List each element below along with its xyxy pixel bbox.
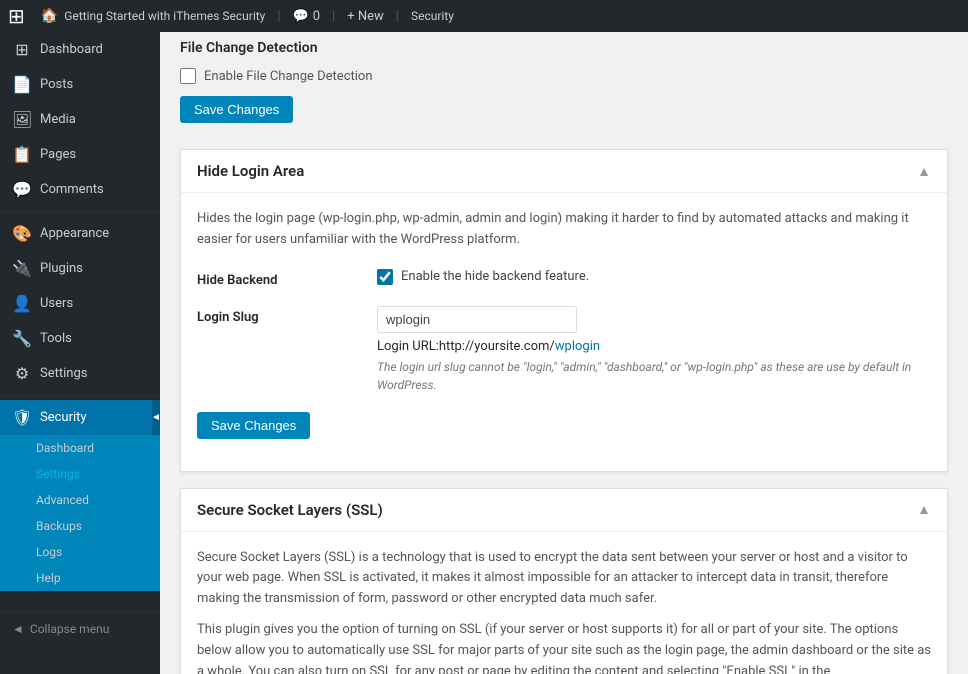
login-url-slug[interactable]: wplogin — [555, 339, 600, 354]
appearance-icon: 🎨 — [12, 224, 32, 243]
sidebar-label-appearance: Appearance — [40, 226, 109, 241]
media-icon: 🖼 — [12, 110, 32, 129]
fcd-checkbox[interactable] — [180, 68, 196, 84]
sidebar-item-media[interactable]: 🖼 Media — [0, 102, 160, 137]
fcd-checkbox-label: Enable File Change Detection — [204, 69, 373, 84]
security-menu-icon: 🛡 — [12, 408, 32, 427]
hide-login-save-button[interactable]: Save Changes — [197, 412, 310, 439]
submenu-backups-label: Backups — [36, 519, 82, 533]
file-change-detection-panel: File Change Detection Enable File Change… — [180, 32, 948, 149]
submenu-settings-label: Settings — [36, 467, 80, 481]
pages-icon: 📋 — [12, 145, 32, 164]
submenu-advanced-label: Advanced — [36, 493, 89, 507]
submenu-help-label: Help — [36, 571, 61, 585]
sidebar-label-tools: Tools — [40, 331, 72, 346]
sidebar-label-plugins: Plugins — [40, 261, 83, 276]
sidebar-item-tools[interactable]: 🔧 Tools — [0, 321, 160, 356]
submenu-advanced[interactable]: Advanced — [0, 487, 160, 513]
collapse-label: Collapse menu — [30, 622, 109, 636]
login-url-note: The login url slug cannot be "login," "a… — [377, 358, 931, 394]
sidebar-label-security: Security — [40, 410, 87, 425]
hide-backend-row: Hide Backend Enable the hide backend fea… — [197, 269, 931, 288]
hide-login-toggle-icon[interactable]: ▲ — [917, 163, 931, 180]
comments-count: 0 — [313, 9, 320, 24]
site-name: Getting Started with iThemes Security — [64, 9, 265, 23]
sidebar-item-appearance[interactable]: 🎨 Appearance — [0, 216, 160, 251]
sidebar-item-dashboard[interactable]: ⊞ Dashboard — [0, 32, 160, 67]
sidebar-label-comments: Comments — [40, 182, 104, 197]
submenu-logs[interactable]: Logs — [0, 539, 160, 565]
ssl-description-1: Secure Socket Layers (SSL) is a technolo… — [197, 548, 931, 610]
collapse-menu-button[interactable]: ◄ Collapse menu — [0, 611, 160, 646]
comments-menu-icon: 💬 — [12, 180, 32, 199]
submenu-settings[interactable]: Settings — [0, 461, 160, 487]
collapse-icon: ◄ — [12, 622, 24, 636]
hide-login-description: Hides the login page (wp-login.php, wp-a… — [197, 209, 931, 251]
sidebar-item-posts[interactable]: 📄 Posts — [0, 67, 160, 102]
hide-login-title: Hide Login Area — [197, 162, 304, 180]
login-url-prefix: Login URL:http://yoursite.com/ — [377, 339, 555, 354]
new-link[interactable]: + New — [347, 9, 384, 24]
wp-logo-icon[interactable]: ⊞ — [8, 4, 25, 28]
submenu-backups[interactable]: Backups — [0, 513, 160, 539]
site-link[interactable]: 🏠 Getting Started with iThemes Security — [41, 8, 266, 24]
sidebar-label-media: Media — [40, 112, 76, 127]
sidebar-item-comments[interactable]: 💬 Comments — [0, 172, 160, 207]
ssl-title: Secure Socket Layers (SSL) — [197, 501, 383, 519]
posts-icon: 📄 — [12, 75, 32, 94]
hide-backend-control: Enable the hide backend feature. — [377, 269, 931, 285]
sidebar-label-pages: Pages — [40, 147, 76, 162]
hide-login-desc-text: Hides the login page (wp-login.php, wp-a… — [197, 211, 909, 247]
comments-icon: 💬 — [293, 9, 309, 24]
hide-login-panel: Hide Login Area ▲ Hides the login page (… — [180, 149, 948, 472]
sidebar-label-posts: Posts — [40, 77, 73, 92]
submenu-dashboard-label: Dashboard — [36, 441, 94, 455]
ssl-description-2: This plugin gives you the option of turn… — [197, 620, 931, 674]
fcd-title: File Change Detection — [180, 40, 318, 56]
login-slug-label: Login Slug — [197, 306, 377, 325]
sidebar-item-users[interactable]: 👤 Users — [0, 286, 160, 321]
adminbar-sep-3: | — [396, 9, 399, 24]
security-arrow-icon: ◄ — [152, 400, 160, 435]
sidebar-item-plugins[interactable]: 🔌 Plugins — [0, 251, 160, 286]
tools-icon: 🔧 — [12, 329, 32, 348]
adminbar-sep-2: | — [332, 9, 335, 24]
hide-backend-checkbox-label: Enable the hide backend feature. — [401, 269, 589, 284]
ssl-header: Secure Socket Layers (SSL) ▲ — [181, 489, 947, 532]
sidebar-item-security[interactable]: 🛡 Security ◄ — [0, 400, 160, 435]
main-content: File Change Detection Enable File Change… — [160, 32, 968, 674]
fcd-save-button[interactable]: Save Changes — [180, 96, 293, 123]
sidebar-item-settings[interactable]: ⚙ Settings — [0, 356, 160, 391]
submenu-logs-label: Logs — [36, 545, 62, 559]
users-icon: 👤 — [12, 294, 32, 313]
site-home-icon: 🏠 — [41, 8, 58, 24]
login-slug-control: Login URL:http://yoursite.com/wplogin Th… — [377, 306, 931, 394]
ssl-panel: Secure Socket Layers (SSL) ▲ Secure Sock… — [180, 488, 948, 674]
submenu-help[interactable]: Help — [0, 565, 160, 591]
security-link[interactable]: Security — [411, 9, 454, 23]
hide-backend-checkbox[interactable] — [377, 269, 393, 285]
submenu-dashboard[interactable]: Dashboard — [0, 435, 160, 461]
plugins-icon: 🔌 — [12, 259, 32, 278]
login-slug-input[interactable] — [377, 306, 577, 333]
dashboard-icon: ⊞ — [12, 40, 32, 59]
ssl-body: Secure Socket Layers (SSL) is a technolo… — [181, 532, 947, 674]
hide-login-header: Hide Login Area ▲ — [181, 150, 947, 193]
login-url-display: Login URL:http://yoursite.com/wplogin — [377, 339, 931, 354]
hide-backend-label: Hide Backend — [197, 269, 377, 288]
admin-bar: ⊞ 🏠 Getting Started with iThemes Securit… — [0, 0, 968, 32]
sidebar-label-settings: Settings — [40, 366, 87, 381]
sidebar-label-users: Users — [40, 296, 73, 311]
sidebar-label-dashboard: Dashboard — [40, 42, 103, 57]
sidebar: ⊞ Dashboard 📄 Posts 🖼 Media 📋 Pages 💬 Co… — [0, 32, 160, 674]
adminbar-sep-1: | — [277, 9, 280, 24]
settings-icon: ⚙ — [12, 364, 32, 383]
ssl-toggle-icon[interactable]: ▲ — [917, 501, 931, 518]
ssl-desc-1-text: Secure Socket Layers (SSL) is a technolo… — [197, 550, 908, 607]
hide-login-body: Hides the login page (wp-login.php, wp-a… — [181, 193, 947, 471]
ssl-desc-2-text: This plugin gives you the option of turn… — [197, 622, 931, 674]
login-slug-row: Login Slug Login URL:http://yoursite.com… — [197, 306, 931, 394]
sidebar-item-pages[interactable]: 📋 Pages — [0, 137, 160, 172]
comments-link[interactable]: 💬 0 — [293, 9, 321, 24]
